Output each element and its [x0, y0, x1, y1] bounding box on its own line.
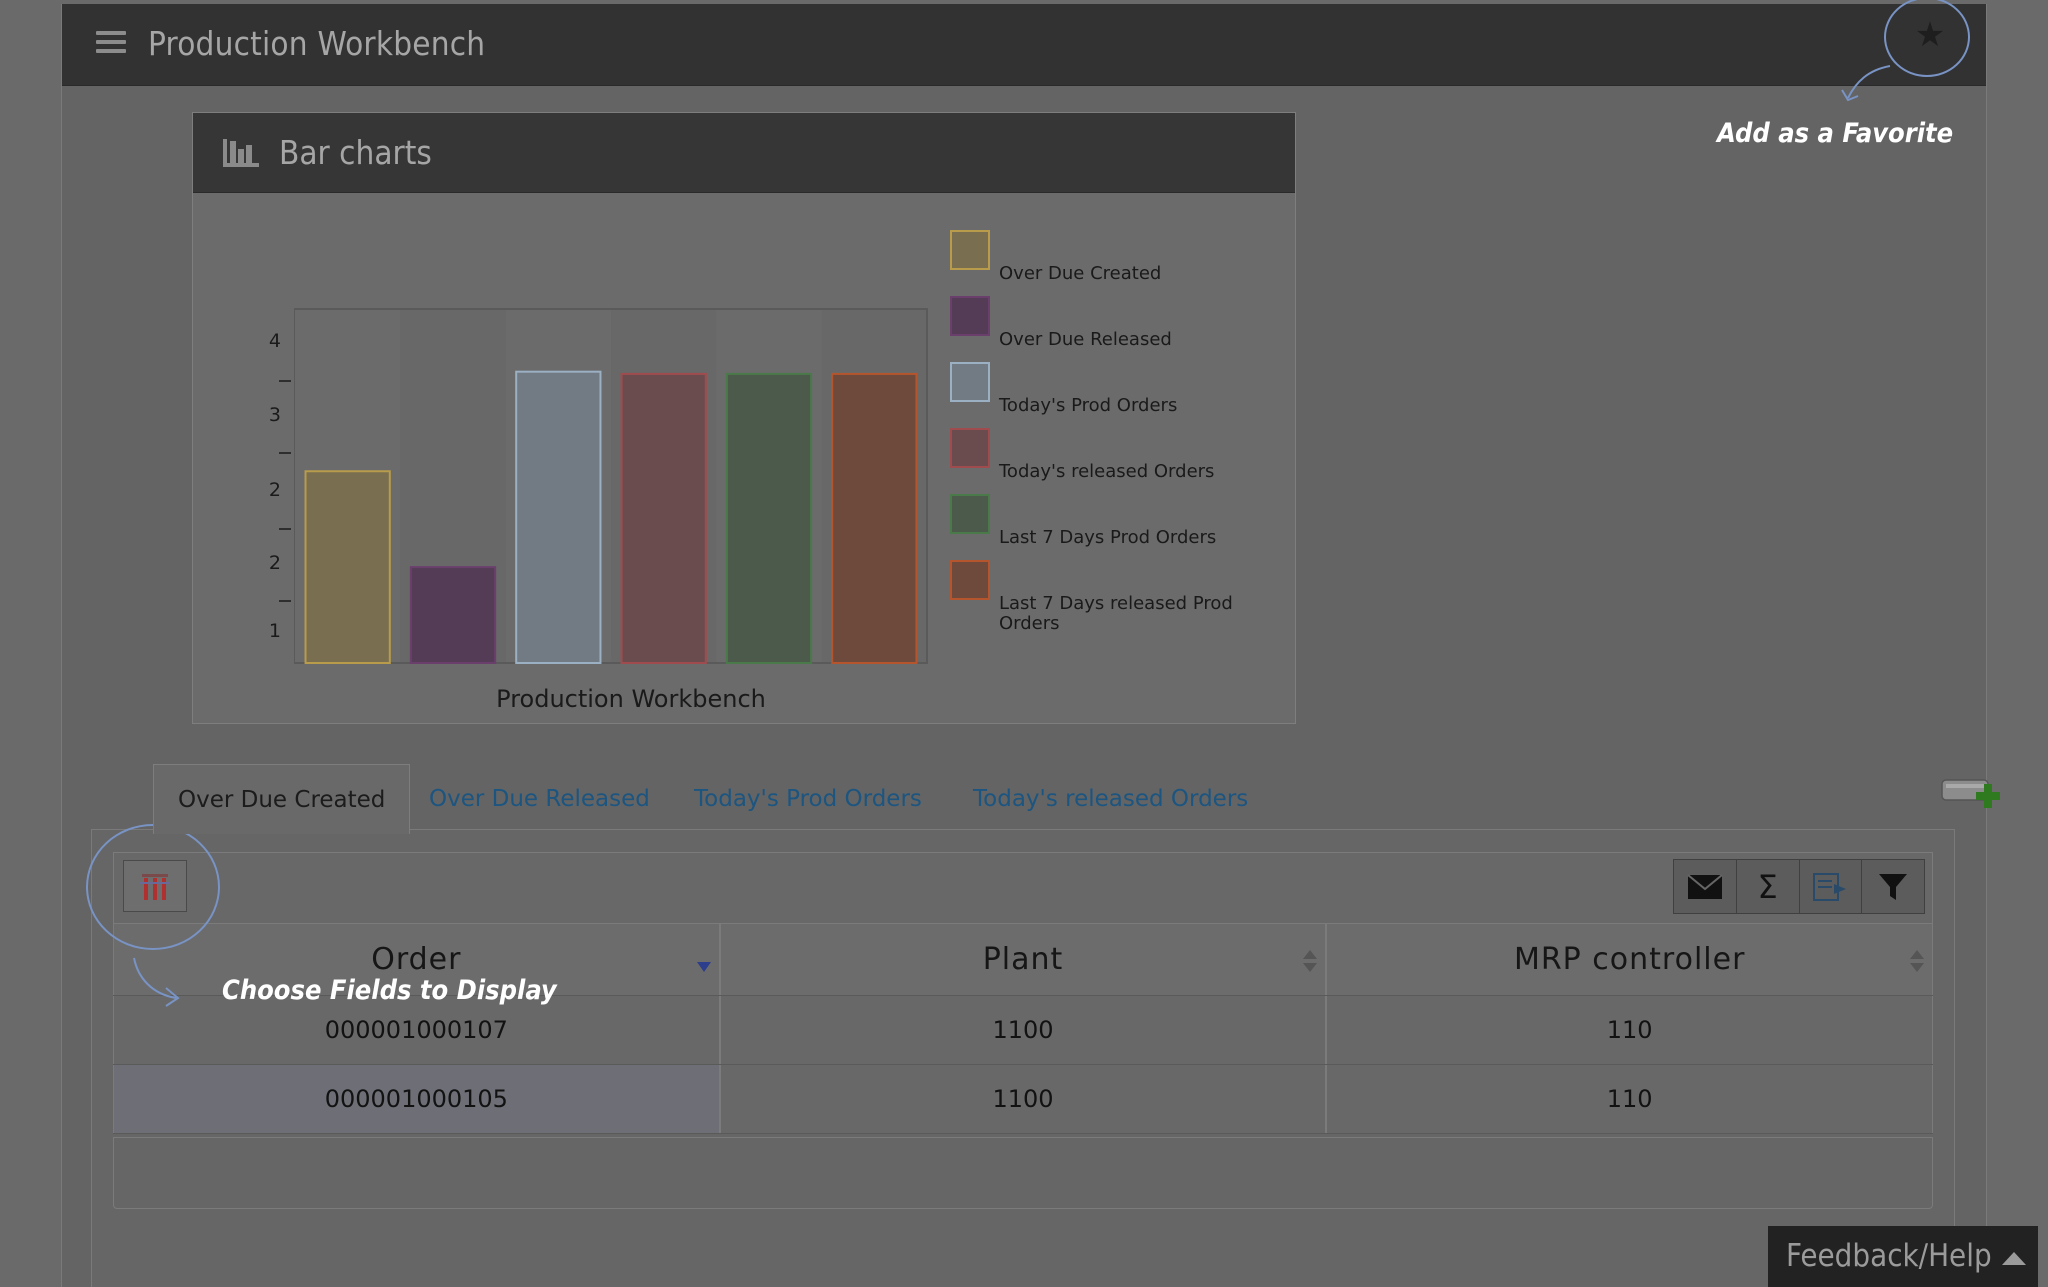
bar	[304, 470, 391, 664]
filter-icon[interactable]	[1862, 860, 1924, 913]
y-tick-label: 2	[269, 479, 281, 501]
hamburger-icon[interactable]	[96, 31, 126, 57]
tab-todays-released-orders[interactable]: Today's released Orders	[973, 764, 1248, 834]
tab-over-due-created[interactable]: Over Due Created	[153, 764, 411, 834]
column-header-label: Order	[371, 942, 462, 977]
sum-icon[interactable]: Σ	[1736, 860, 1800, 913]
column-header-plant[interactable]: Plant	[719, 924, 1327, 995]
table-cell-order: 000001000107	[113, 996, 720, 1064]
expand-up-icon	[2002, 1252, 2026, 1265]
bar	[409, 566, 497, 664]
legend-label: Today's released Orders	[998, 461, 1214, 482]
table-cell-order: 000001000105	[113, 1065, 720, 1133]
envelope-icon[interactable]	[1674, 860, 1737, 913]
bar-chart-icon	[223, 139, 259, 167]
table-cell-mrp-controller: 110	[1326, 1065, 1934, 1133]
y-tick-label: 4	[269, 330, 281, 352]
export-icon[interactable]	[1799, 860, 1863, 913]
legend-label: Last 7 Days released Prod	[999, 593, 1233, 614]
legend-swatch	[950, 362, 990, 402]
y-tick-label: 1	[269, 620, 281, 642]
table-cell-mrp-controller: 110	[1326, 996, 1934, 1064]
table-footer	[113, 1137, 1933, 1209]
legend-label: Over Due Released	[999, 329, 1172, 350]
legend-label: Today's Prod Orders	[998, 395, 1177, 416]
table-cell-plant: 1100	[719, 1065, 1327, 1133]
bar	[831, 372, 918, 664]
legend-swatch	[950, 560, 990, 600]
y-tick-label: 3	[269, 404, 281, 426]
fields-callout-arrow	[133, 957, 180, 1007]
page-title: Production Workbench	[148, 24, 486, 63]
fields-callout-text: Choose Fields to Display	[222, 975, 557, 1006]
legend-swatch	[950, 230, 990, 270]
legend-label: Over Due Created	[999, 263, 1161, 284]
column-chooser-icon	[140, 874, 170, 900]
sort-icon[interactable]	[1910, 948, 1925, 974]
sort-desc-icon[interactable]	[696, 948, 711, 974]
chart-panel-header: Bar charts	[193, 113, 1295, 193]
column-header-mrp-controller[interactable]: MRP controller	[1326, 924, 1934, 995]
chart-panel-title: Bar charts	[279, 133, 432, 172]
favorite-callout-arrow	[1841, 65, 1891, 102]
orders-table: Order Plant MRP controller 000001000107 …	[113, 924, 1934, 1134]
table-row[interactable]: 000001000107 1100 110	[113, 996, 1934, 1065]
bar	[620, 372, 707, 664]
grid-toolbar	[113, 852, 1933, 924]
y-tick-label: 2	[269, 552, 281, 574]
column-header-label: MRP controller	[1513, 942, 1746, 977]
x-axis-label: Production Workbench	[496, 685, 766, 713]
legend-label: Orders	[999, 613, 1060, 634]
star-icon[interactable]: ★	[1913, 18, 1947, 52]
favorite-callout-text: Add as a Favorite	[1717, 118, 1954, 149]
feedback-help-label: Feedback/Help	[1786, 1238, 1992, 1274]
top-bar: Production Workbench ★	[62, 4, 1986, 86]
legend-label: Last 7 Days Prod Orders	[999, 527, 1216, 548]
table-cell-plant: 1100	[719, 996, 1327, 1064]
add-layout-icon[interactable]	[1940, 774, 2002, 814]
tab-over-due-released[interactable]: Over Due Released	[429, 764, 650, 834]
column-header-label: Plant	[982, 942, 1064, 977]
sort-icon[interactable]	[1303, 948, 1318, 974]
bar	[515, 370, 602, 664]
feedback-help-button[interactable]: Feedback/Help	[1768, 1226, 2038, 1287]
bar-chart: 1 2 2 3 4 Over Due Created Over Due Released To…	[269, 230, 1233, 713]
chart-panel: Bar charts 1 2 2 3 4 Over Due Created Over Due…	[192, 112, 1296, 724]
legend-swatch	[950, 428, 990, 468]
column-chooser-button[interactable]	[123, 860, 187, 912]
table-row[interactable]: 000001000105 1100 110	[113, 1065, 1934, 1134]
tab-todays-prod-orders[interactable]: Today's Prod Orders	[694, 764, 922, 834]
grid-tool-group: Σ	[1673, 859, 1925, 914]
legend-swatch	[950, 296, 990, 336]
bar	[725, 372, 813, 664]
legend-swatch	[950, 494, 990, 534]
